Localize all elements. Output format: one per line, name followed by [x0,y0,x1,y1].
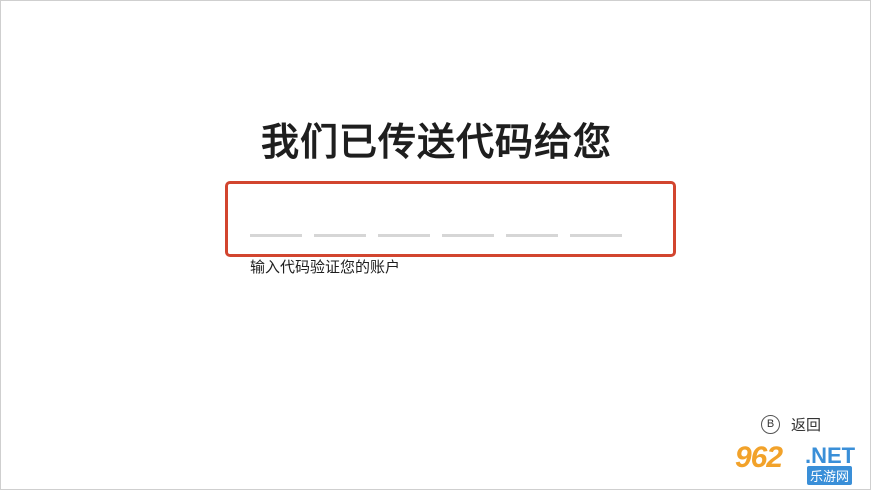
watermark-site-name: 乐游网 [807,466,853,485]
code-hint-text: 输入代码验证您的账户 [250,258,401,276]
verification-code-input[interactable] [225,181,676,257]
code-digit-slot-2[interactable] [314,234,366,237]
back-label: 返回 [791,415,822,434]
back-button[interactable]: B 返回 [761,413,821,435]
code-digit-slot-6[interactable] [570,234,622,237]
code-digit-slot-4[interactable] [442,234,494,237]
code-digit-slot-1[interactable] [250,234,302,237]
screen-frame: 我们已传送代码给您 输入代码验证您的账户 B 返回 962 .NET 乐游网 [0,0,871,490]
code-digit-slot-3[interactable] [378,234,430,237]
watermark-logo: 962 .NET 乐游网 [735,441,865,485]
watermark-number: 962 [735,441,783,474]
b-button-icon: B [761,414,780,434]
page-title: 我们已传送代码给您 [260,120,612,164]
code-digit-slot-5[interactable] [506,234,558,237]
